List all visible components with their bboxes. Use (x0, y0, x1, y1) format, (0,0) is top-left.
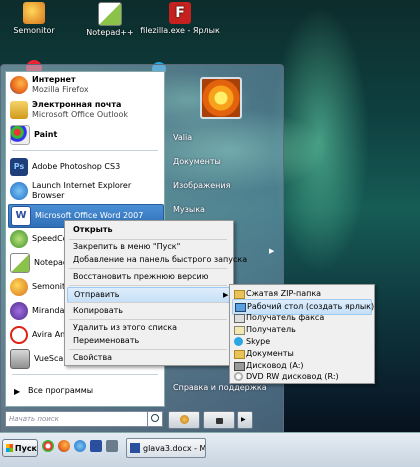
divider (69, 285, 227, 286)
recent-item-photoshop[interactable]: Ps Adobe Photoshop CS3 (8, 156, 162, 178)
sendto-label: Skype (246, 337, 271, 346)
divider (69, 268, 227, 269)
dvd-icon (234, 372, 243, 381)
notepad-plus-plus-icon (10, 253, 30, 273)
all-programs-label: Все программы (28, 386, 94, 395)
desktop-icon-semonitor[interactable]: Semonitor (0, 2, 74, 35)
sendto-label: Дисковод (A:) (246, 361, 304, 370)
sendto-label: Получатель факса (246, 313, 325, 322)
avira-icon (10, 326, 28, 344)
power-icon (179, 415, 189, 424)
chevron-right-icon: ▶ (269, 247, 275, 255)
semonitor-icon (23, 2, 45, 24)
filezilla-icon: F (169, 2, 191, 24)
context-open[interactable]: Открыть (67, 223, 113, 237)
sendto-label: DVD RW дисковод (R:) (246, 372, 339, 381)
fax-icon (234, 314, 245, 323)
documents-icon (234, 350, 245, 359)
search-icon[interactable] (147, 411, 163, 427)
places-item-user[interactable]: Valia (168, 130, 283, 146)
mail-recipient-icon (234, 326, 245, 335)
places-item-music[interactable]: Музыка (168, 202, 283, 218)
user-avatar-icon (200, 77, 242, 119)
pinned-title: Интернет (32, 75, 76, 84)
start-button[interactable]: Пуск (2, 439, 38, 457)
divider (69, 319, 227, 320)
context-send-to[interactable]: Отправить (67, 287, 231, 303)
context-properties[interactable]: Свойства (67, 351, 112, 365)
zip-folder-icon (234, 290, 245, 299)
notepad-plus-plus-icon (98, 2, 122, 26)
outlook-icon (10, 101, 28, 119)
pinned-subtitle: Microsoft Office Outlook (32, 110, 128, 119)
ie-icon[interactable] (74, 440, 86, 452)
places-item-documents[interactable]: Документы (168, 154, 283, 170)
word-icon (130, 443, 140, 453)
taskbar-window-label: glava3.docx - Microsoft ... (143, 443, 205, 453)
lock-icon (215, 418, 223, 424)
context-restore-version[interactable]: Восстановить прежнюю версию (67, 270, 208, 284)
start-search-input[interactable]: Начать поиск (5, 411, 148, 427)
taskbar: Пуск glava3.docx - Microsoft ... (0, 432, 420, 467)
word-icon[interactable] (90, 440, 102, 452)
photoshop-icon: Ps (10, 158, 28, 176)
pinned-title: Paint (34, 130, 58, 139)
chrome-icon[interactable] (42, 440, 54, 452)
firefox-icon (10, 76, 28, 94)
places-item-pictures[interactable]: Изображения (168, 178, 283, 194)
pinned-item-internet[interactable]: Интернет Mozilla Firefox (8, 74, 162, 96)
sendto-label: Рабочий стол (создать ярлык) (247, 302, 375, 311)
context-remove[interactable]: Удалить из этого списка (67, 321, 177, 335)
divider (69, 302, 227, 303)
recent-item-label: Adobe Photoshop CS3 (32, 162, 121, 171)
pinned-item-paint[interactable]: Paint (8, 124, 162, 146)
lock-button[interactable] (203, 411, 235, 429)
sendto-label: Сжатая ZIP-папка (246, 289, 322, 298)
divider (69, 349, 227, 350)
show-desktop-icon[interactable] (106, 440, 118, 452)
desktop-icon-label: filezilla.exe - Ярлык (140, 26, 220, 35)
shutdown-options-button[interactable]: ▶ (237, 411, 253, 429)
taskbar-window-button[interactable]: glava3.docx - Microsoft ... (126, 438, 206, 458)
start-button-label: Пуск (14, 443, 37, 453)
power-button[interactable] (168, 411, 200, 429)
ie-icon (10, 182, 28, 200)
recent-item-ie[interactable]: Launch Internet Explorer Browser (8, 180, 162, 202)
chevron-right-icon: ▶ (223, 291, 229, 299)
vuescan-icon (10, 349, 30, 369)
pinned-item-email[interactable]: Электронная почта Microsoft Office Outloo… (8, 99, 162, 121)
divider (12, 374, 158, 375)
recent-item-label: Launch Internet Explorer Browser (32, 181, 132, 200)
semonitor-icon (10, 278, 28, 296)
skype-icon (234, 337, 243, 346)
sendto-dvd[interactable]: DVD RW дисковод (R:) (232, 370, 339, 384)
chevron-right-icon: ▶ (14, 386, 21, 396)
divider (12, 150, 158, 151)
all-programs-button[interactable]: ▶ Все программы (8, 380, 162, 402)
sendto-label: Документы (246, 349, 294, 358)
context-copy[interactable]: Копировать (67, 304, 123, 318)
pinned-subtitle: Mozilla Firefox (32, 85, 89, 94)
miranda-icon (10, 302, 28, 320)
paint-icon (10, 125, 30, 145)
word-icon: W (11, 206, 31, 226)
desktop-icon-label: Semonitor (13, 26, 55, 35)
context-add-quicklaunch[interactable]: Добавление на панель быстрого запуска (67, 253, 247, 267)
firefox-icon[interactable] (58, 440, 70, 452)
context-pin-start[interactable]: Закрепить в меню "Пуск" (67, 240, 180, 254)
windows-logo-icon (6, 444, 13, 452)
desktop-icon-filezilla[interactable]: F filezilla.exe - Ярлык (120, 2, 240, 35)
pinned-title: Электронная почта (32, 100, 122, 109)
sendto-label: Получатель (246, 325, 296, 334)
context-send-to-label: Отправить (74, 290, 120, 299)
speedcom-icon (10, 230, 28, 248)
send-to-submenu: Сжатая ZIP-папка Рабочий стол (создать я… (229, 284, 375, 384)
chevron-right-icon: ▶ (241, 416, 246, 423)
context-menu: Открыть Закрепить в меню "Пуск" Добавлен… (64, 220, 247, 366)
context-rename[interactable]: Переименовать (67, 334, 139, 348)
